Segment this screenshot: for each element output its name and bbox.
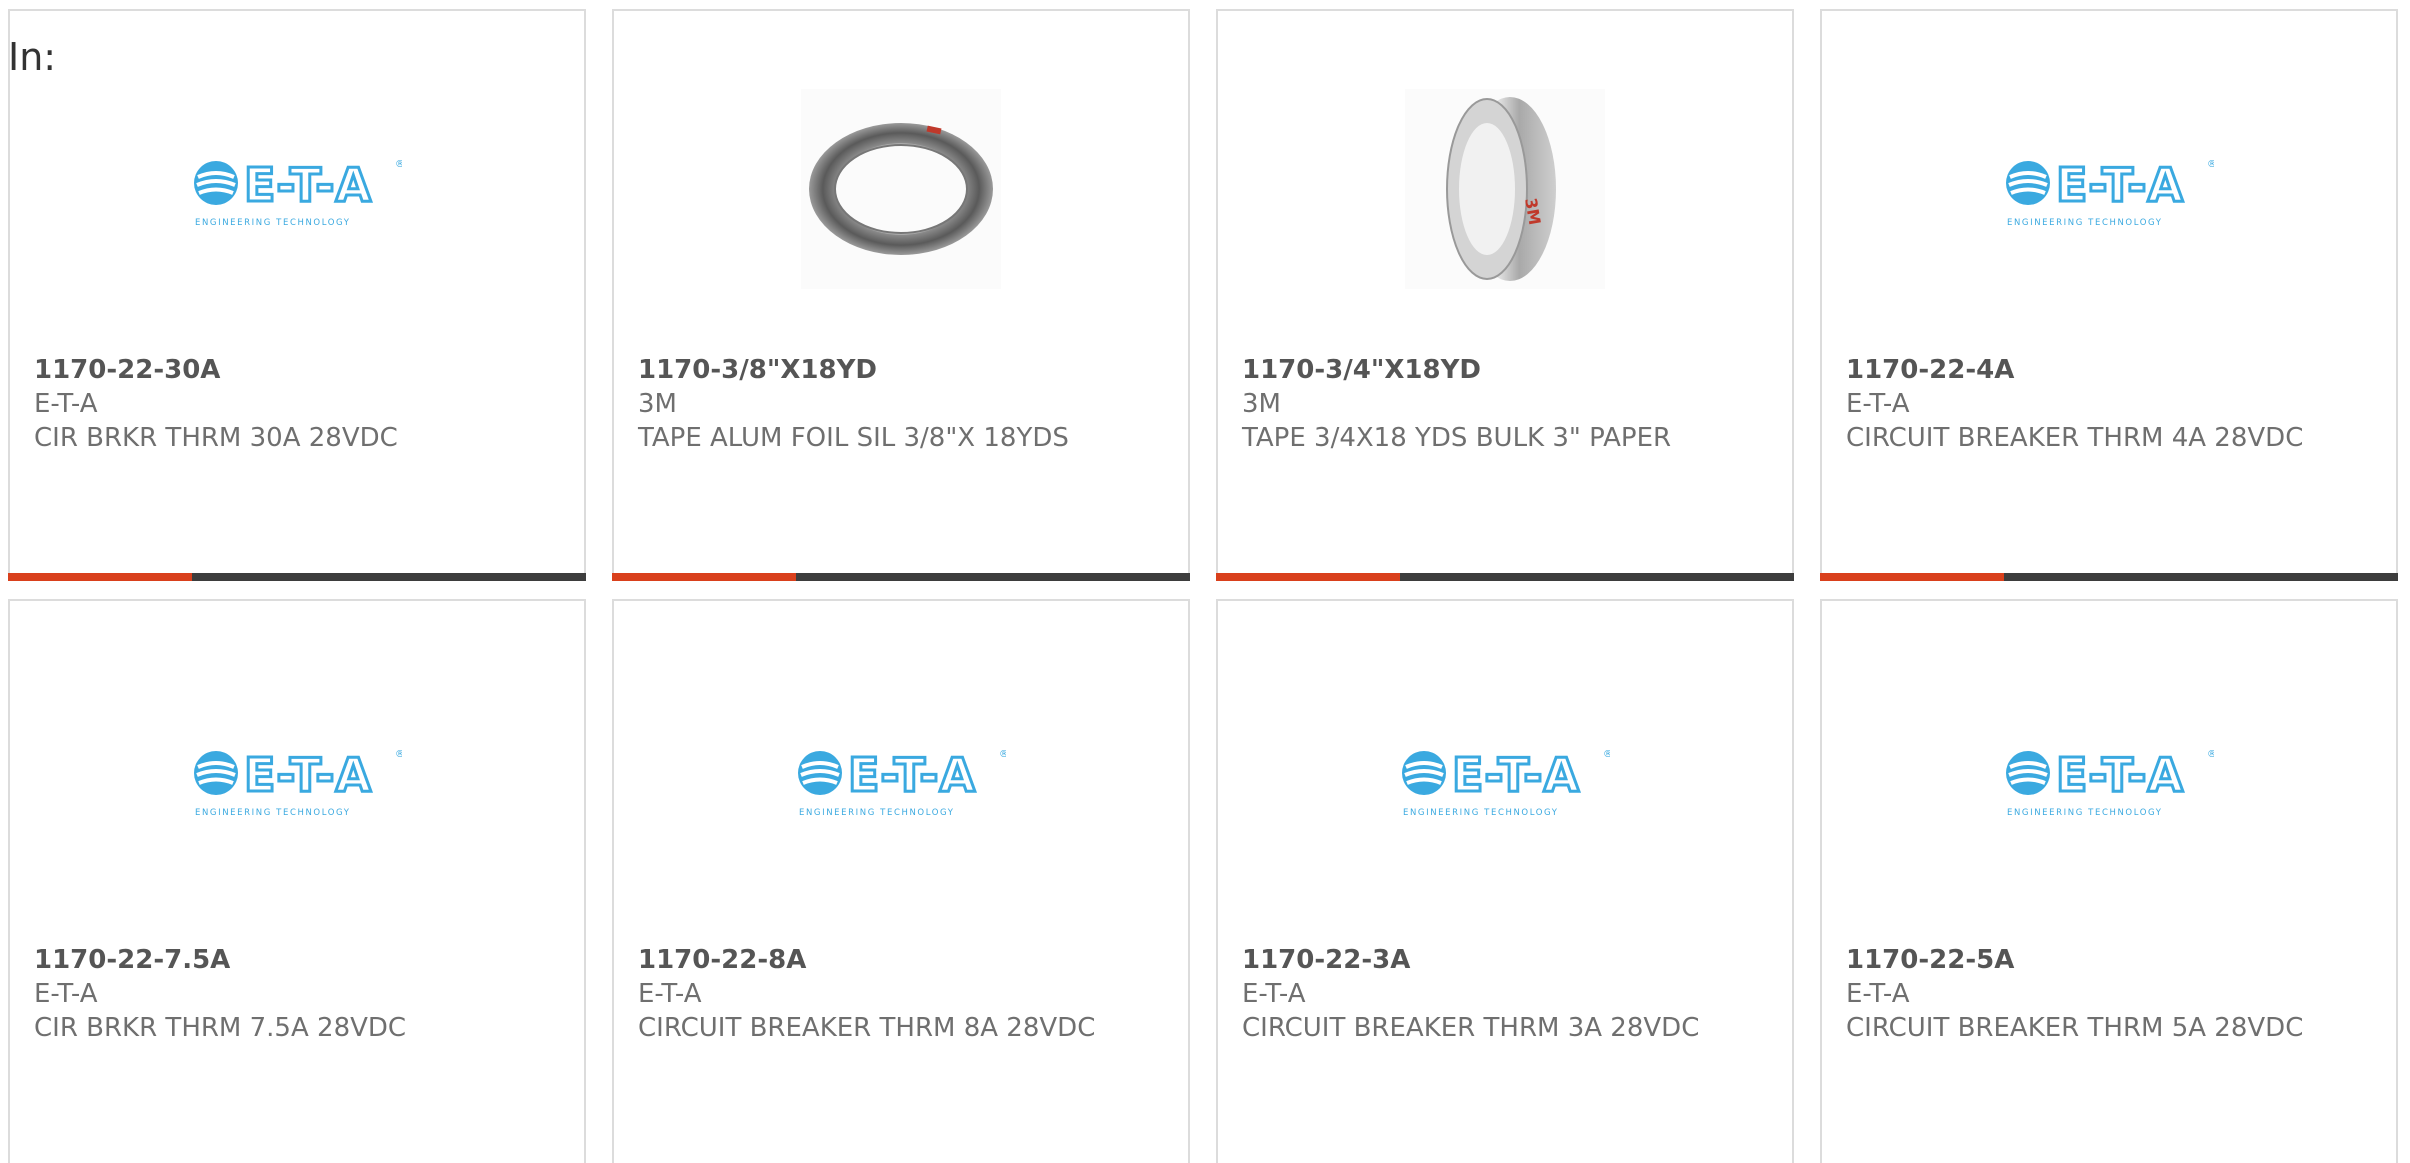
part-number[interactable]: 1170-3/4"X18YD bbox=[1242, 353, 1772, 387]
part-number[interactable]: 1170-22-4A bbox=[1846, 353, 2376, 387]
manufacturer: E-T-A bbox=[1846, 389, 1910, 419]
product-card[interactable]: E-T-A ® ENGINEERING TECHNOLOGY 1170-22-5… bbox=[1820, 599, 2398, 1163]
svg-text:ENGINEERING TECHNOLOGY: ENGINEERING TECHNOLOGY bbox=[1403, 808, 1559, 818]
svg-text:E-T-A: E-T-A bbox=[2056, 748, 2184, 802]
product-image[interactable] bbox=[614, 81, 1188, 296]
eta-logo-image: E-T-A ® ENGINEERING TECHNOLOGY bbox=[194, 746, 402, 818]
manufacturer: 3M bbox=[638, 389, 677, 419]
filter-label: In: bbox=[8, 35, 57, 79]
svg-text:®: ® bbox=[395, 159, 402, 170]
product-image[interactable]: E-T-A ® ENGINEERING TECHNOLOGY bbox=[1218, 671, 1792, 886]
product-info: 1170-22-7.5A E-T-A CIR BRKR THRM 7.5A 28… bbox=[34, 943, 564, 1045]
eta-logo-image: E-T-A ® ENGINEERING TECHNOLOGY bbox=[1402, 746, 1610, 818]
card-accent-bar bbox=[8, 573, 586, 581]
manufacturer: E-T-A bbox=[638, 979, 702, 1009]
svg-text:E-T-A: E-T-A bbox=[1452, 748, 1580, 802]
product-grid: E-T-A ® ENGINEERING TECHNOLOGY 1170-22-3… bbox=[8, 9, 2402, 1163]
product-info: 1170-22-30A E-T-A CIR BRKR THRM 30A 28VD… bbox=[34, 353, 564, 455]
product-card[interactable]: 1170-3/8"X18YD 3M TAPE ALUM FOIL SIL 3/8… bbox=[612, 9, 1190, 581]
card-accent-bar bbox=[612, 573, 1190, 581]
tape-roll-image bbox=[801, 88, 1001, 289]
product-card[interactable]: E-T-A ® ENGINEERING TECHNOLOGY 1170-22-3… bbox=[1216, 599, 1794, 1163]
description: CIR BRKR THRM 7.5A 28VDC bbox=[34, 1013, 407, 1043]
manufacturer: E-T-A bbox=[34, 979, 98, 1009]
description: CIRCUIT BREAKER THRM 8A 28VDC bbox=[638, 1013, 1096, 1043]
svg-text:ENGINEERING TECHNOLOGY: ENGINEERING TECHNOLOGY bbox=[2007, 218, 2163, 228]
svg-text:E-T-A: E-T-A bbox=[244, 748, 372, 802]
svg-text:ENGINEERING TECHNOLOGY: ENGINEERING TECHNOLOGY bbox=[799, 808, 955, 818]
product-info: 1170-22-3A E-T-A CIRCUIT BREAKER THRM 3A… bbox=[1242, 943, 1772, 1045]
tape-roll-image: 3M bbox=[1405, 88, 1605, 289]
description: CIRCUIT BREAKER THRM 5A 28VDC bbox=[1846, 1013, 2304, 1043]
product-info: 1170-22-4A E-T-A CIRCUIT BREAKER THRM 4A… bbox=[1846, 353, 2376, 455]
svg-text:®: ® bbox=[2207, 749, 2214, 760]
svg-text:®: ® bbox=[395, 749, 402, 760]
svg-text:®: ® bbox=[999, 749, 1006, 760]
product-card[interactable]: 3M 1170-3/4"X18YD 3M TAPE 3/4X18 YDS BUL… bbox=[1216, 9, 1794, 581]
svg-text:®: ® bbox=[2207, 159, 2214, 170]
eta-logo-image: E-T-A ® ENGINEERING TECHNOLOGY bbox=[194, 156, 402, 228]
svg-text:E-T-A: E-T-A bbox=[244, 158, 372, 212]
part-number[interactable]: 1170-22-7.5A bbox=[34, 943, 564, 977]
part-number[interactable]: 1170-22-8A bbox=[638, 943, 1168, 977]
product-image[interactable]: E-T-A ® ENGINEERING TECHNOLOGY bbox=[10, 81, 584, 296]
part-number[interactable]: 1170-22-5A bbox=[1846, 943, 2376, 977]
product-image[interactable]: E-T-A ® ENGINEERING TECHNOLOGY bbox=[1822, 81, 2396, 296]
product-image[interactable]: E-T-A ® ENGINEERING TECHNOLOGY bbox=[1822, 671, 2396, 886]
part-number[interactable]: 1170-22-3A bbox=[1242, 943, 1772, 977]
svg-text:E-T-A: E-T-A bbox=[2056, 158, 2184, 212]
svg-text:®: ® bbox=[1603, 749, 1610, 760]
manufacturer: E-T-A bbox=[1242, 979, 1306, 1009]
svg-text:ENGINEERING TECHNOLOGY: ENGINEERING TECHNOLOGY bbox=[195, 218, 351, 228]
description: CIRCUIT BREAKER THRM 4A 28VDC bbox=[1846, 423, 2304, 453]
manufacturer: E-T-A bbox=[34, 389, 98, 419]
product-image[interactable]: E-T-A ® ENGINEERING TECHNOLOGY bbox=[614, 671, 1188, 886]
product-image[interactable]: E-T-A ® ENGINEERING TECHNOLOGY bbox=[10, 671, 584, 886]
product-info: 1170-22-5A E-T-A CIRCUIT BREAKER THRM 5A… bbox=[1846, 943, 2376, 1045]
product-info: 1170-3/8"X18YD 3M TAPE ALUM FOIL SIL 3/8… bbox=[638, 353, 1168, 455]
product-card[interactable]: E-T-A ® ENGINEERING TECHNOLOGY 1170-22-4… bbox=[1820, 9, 2398, 581]
eta-logo-image: E-T-A ® ENGINEERING TECHNOLOGY bbox=[798, 746, 1006, 818]
description: CIRCUIT BREAKER THRM 3A 28VDC bbox=[1242, 1013, 1700, 1043]
description: TAPE ALUM FOIL SIL 3/8"X 18YDS bbox=[638, 423, 1069, 453]
eta-logo-image: E-T-A ® ENGINEERING TECHNOLOGY bbox=[2006, 746, 2214, 818]
svg-text:ENGINEERING TECHNOLOGY: ENGINEERING TECHNOLOGY bbox=[2007, 808, 2163, 818]
description: TAPE 3/4X18 YDS BULK 3" PAPER bbox=[1242, 423, 1672, 453]
product-info: 1170-22-8A E-T-A CIRCUIT BREAKER THRM 8A… bbox=[638, 943, 1168, 1045]
product-info: 1170-3/4"X18YD 3M TAPE 3/4X18 YDS BULK 3… bbox=[1242, 353, 1772, 455]
svg-text:ENGINEERING TECHNOLOGY: ENGINEERING TECHNOLOGY bbox=[195, 808, 351, 818]
product-card[interactable]: E-T-A ® ENGINEERING TECHNOLOGY 1170-22-7… bbox=[8, 599, 586, 1163]
part-number[interactable]: 1170-3/8"X18YD bbox=[638, 353, 1168, 387]
part-number[interactable]: 1170-22-30A bbox=[34, 353, 564, 387]
product-grid-page: In: E-T-A ® ENGINEERING TECHNOLOGY 1170-… bbox=[0, 0, 2410, 1163]
card-accent-bar bbox=[1820, 573, 2398, 581]
eta-logo-image: E-T-A ® ENGINEERING TECHNOLOGY bbox=[2006, 156, 2214, 228]
manufacturer: E-T-A bbox=[1846, 979, 1910, 1009]
description: CIR BRKR THRM 30A 28VDC bbox=[34, 423, 398, 453]
product-card[interactable]: E-T-A ® ENGINEERING TECHNOLOGY 1170-22-3… bbox=[8, 9, 586, 581]
product-image[interactable]: 3M bbox=[1218, 81, 1792, 296]
manufacturer: 3M bbox=[1242, 389, 1281, 419]
product-card[interactable]: E-T-A ® ENGINEERING TECHNOLOGY 1170-22-8… bbox=[612, 599, 1190, 1163]
card-accent-bar bbox=[1216, 573, 1794, 581]
svg-text:E-T-A: E-T-A bbox=[848, 748, 976, 802]
